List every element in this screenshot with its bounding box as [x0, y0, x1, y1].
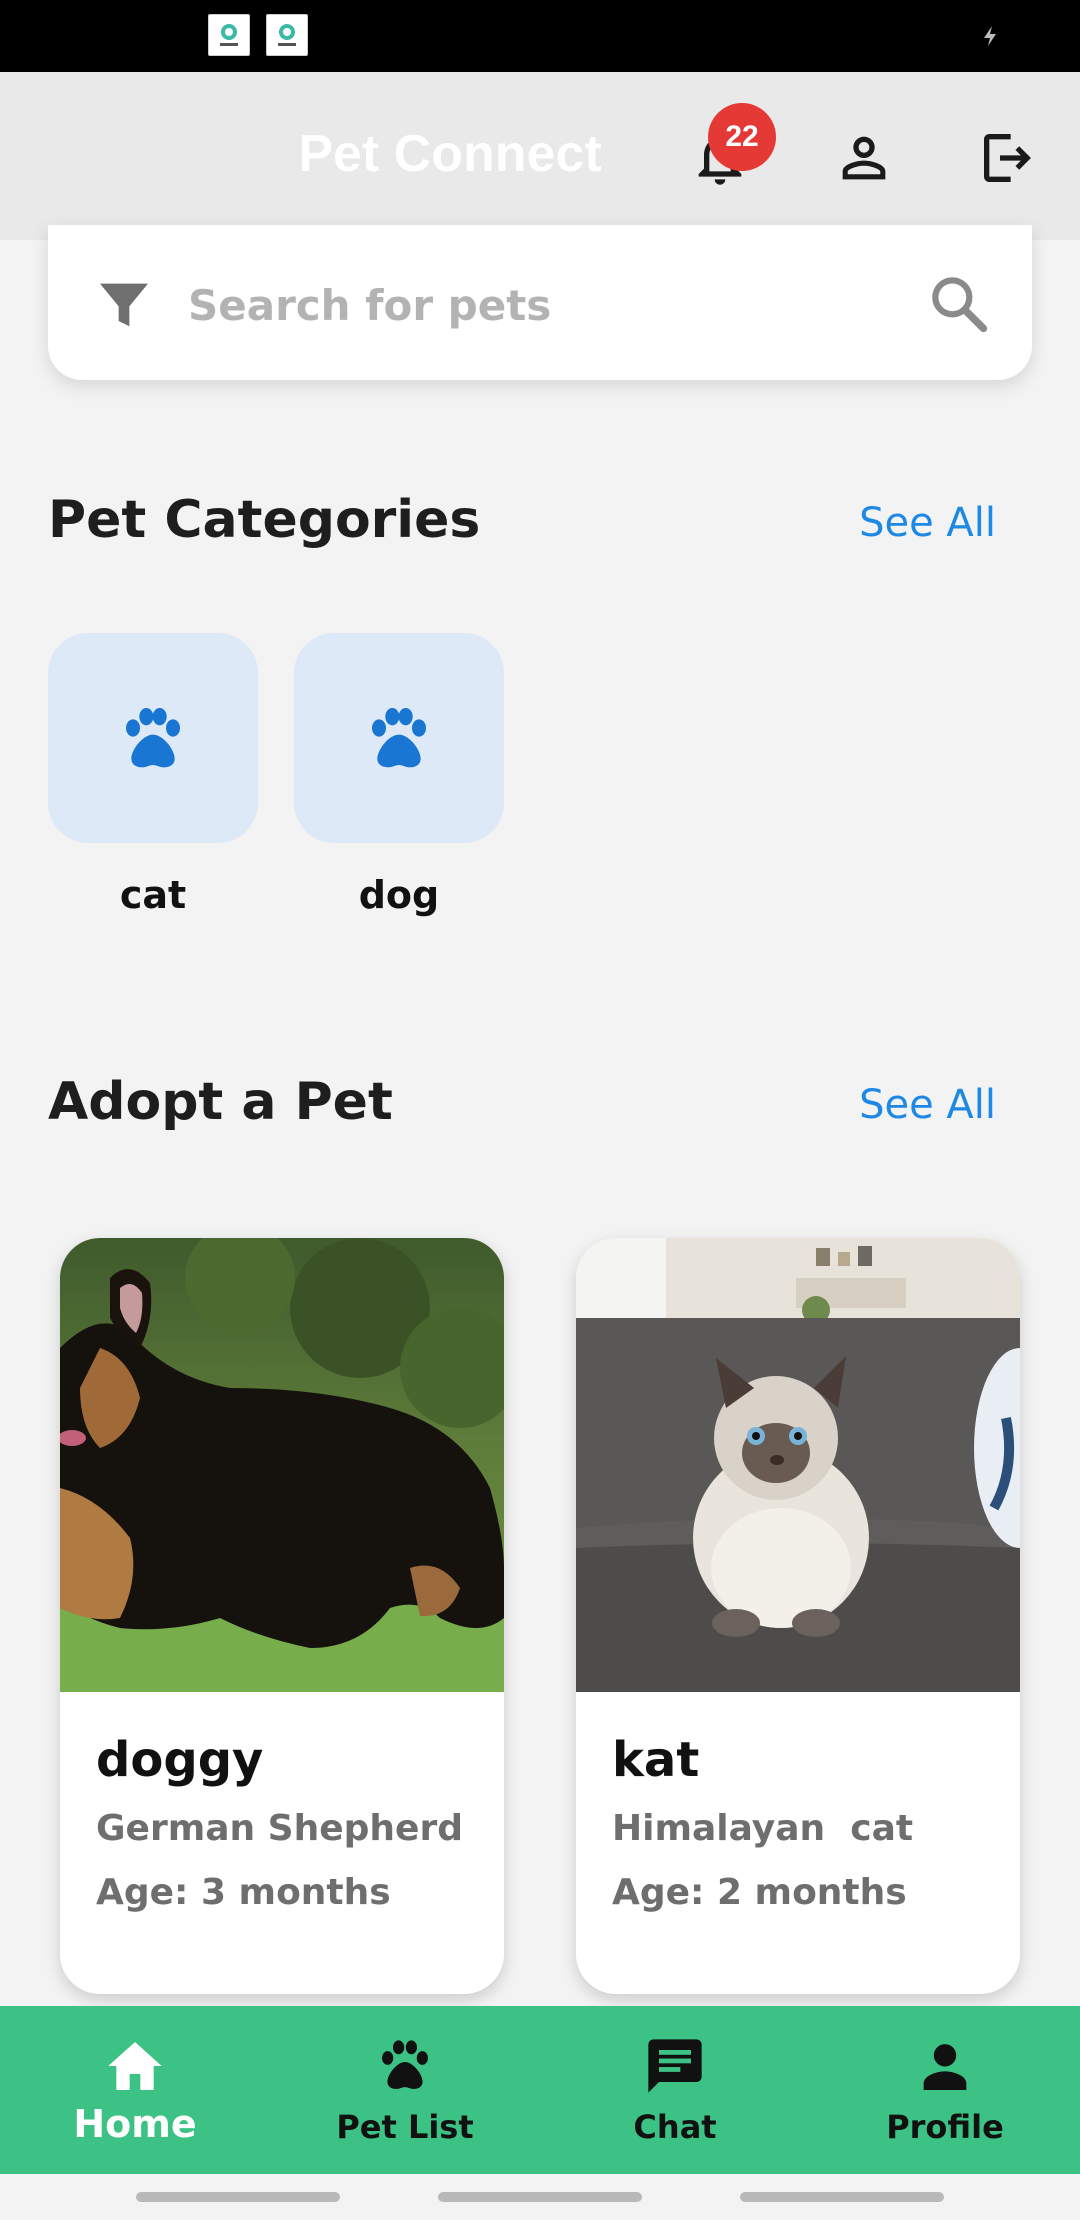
nav-label: Chat — [633, 2108, 717, 2146]
pet-age: Age: 2 months — [612, 1872, 907, 1913]
nav-label: Home — [73, 2102, 197, 2146]
system-nav-bar — [0, 2174, 1080, 2220]
adopt-title: Adopt a Pet — [48, 1072, 393, 1132]
app-notification-icon — [266, 14, 308, 56]
pet-photo — [60, 1238, 504, 1692]
nav-label: Profile — [886, 2108, 1004, 2146]
app-bar: Pet Connect — [0, 72, 1080, 240]
system-nav-pill[interactable] — [438, 2192, 642, 2202]
category-label: cat — [119, 873, 187, 917]
nav-item-chat[interactable]: Chat — [540, 2006, 810, 2174]
account-button[interactable] — [816, 110, 912, 206]
filter-icon[interactable] — [92, 273, 156, 337]
category-tile[interactable] — [48, 633, 258, 843]
pet-breed: Himalayan cat — [612, 1808, 914, 1849]
pet-card-kat[interactable]: kat Himalayan cat Age: 2 months — [576, 1238, 1020, 1994]
pet-photo — [576, 1238, 1020, 1692]
battery-charging-icon — [984, 26, 996, 46]
chat-icon — [648, 2039, 702, 2093]
system-nav-pill[interactable] — [136, 2192, 340, 2202]
pet-name: kat — [612, 1732, 700, 1788]
pet-age: Age: 3 months — [96, 1872, 391, 1913]
logout-icon — [984, 134, 1031, 182]
pet-card-doggy[interactable]: doggy German Shepherd Age: 3 months — [60, 1238, 504, 1994]
categories-title: Pet Categories — [48, 490, 481, 550]
system-nav-pill[interactable] — [740, 2192, 944, 2202]
category-tile[interactable] — [294, 633, 504, 843]
nav-item-pet-list[interactable]: Pet List — [270, 2006, 540, 2174]
notification-badge: 22 — [708, 103, 776, 171]
bottom-nav: Home Pet List Chat Profile — [0, 2006, 1080, 2174]
search-bar — [48, 225, 1032, 380]
nav-item-home[interactable]: Home — [0, 2006, 270, 2174]
home-icon — [108, 2042, 162, 2090]
categories-see-all-link[interactable]: See All — [859, 500, 996, 546]
app-notification-icon — [208, 14, 250, 56]
nav-item-profile[interactable]: Profile — [810, 2006, 1080, 2174]
paw-icon — [382, 2040, 428, 2089]
paw-icon — [372, 708, 426, 768]
adopt-see-all-link[interactable]: See All — [859, 1082, 996, 1128]
search-icon[interactable] — [924, 269, 992, 337]
search-input[interactable] — [188, 265, 908, 345]
category-label: dog — [358, 873, 440, 917]
person-outline-icon — [842, 136, 886, 180]
nav-label: Pet List — [336, 2108, 474, 2146]
pet-name: doggy — [96, 1732, 264, 1788]
category-item-dog[interactable]: dog — [294, 633, 504, 917]
logout-button[interactable] — [960, 110, 1056, 206]
paw-icon — [126, 708, 180, 768]
category-item-cat[interactable]: cat — [48, 633, 258, 917]
person-icon — [923, 2044, 967, 2090]
pet-breed: German Shepherd — [96, 1808, 463, 1849]
status-bar — [0, 0, 1080, 72]
